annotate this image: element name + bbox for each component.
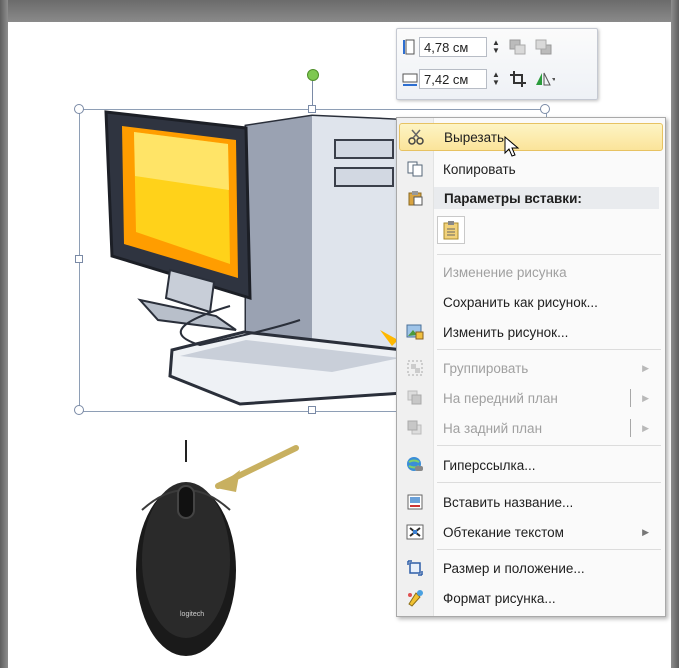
clipboard-icon [443,221,459,240]
send-back-icon [399,416,431,440]
hyperlink-icon [399,453,431,477]
copy-icon [399,157,431,181]
paste-options-icon-cell [399,184,433,212]
height-spinner[interactable]: ▲ ▼ [489,37,503,57]
paste-option-keep[interactable] [437,216,465,244]
menu-separator [437,349,661,350]
context-menu: Вырезать Копировать Параметры вставки: И… [396,117,666,617]
submenu-arrow-icon: ▶ [642,526,649,537]
bring-forward-icon[interactable] [507,37,529,57]
rotate-handle[interactable] [307,69,319,81]
edit-picture-icon [399,320,431,344]
menu-item-size-position[interactable]: Размер и положение... [399,554,661,582]
menu-item-change-picture: Изменение рисунка [399,258,661,286]
menu-item-edit-picture[interactable]: Изменить рисунок... [399,318,661,346]
submenu-arrow-icon: ▶ [642,362,649,373]
menu-item-send-to-back: На задний план ▶ [399,414,661,442]
menu-label-insert-caption: Вставить название... [443,494,574,510]
menu-item-cut[interactable]: Вырезать [399,123,663,157]
menu-item-group: Группировать ▶ [399,354,661,382]
split-divider [630,389,631,407]
mouse-image: logitech [136,440,299,656]
menu-separator [437,445,661,446]
paste-icon [399,186,431,210]
split-divider [630,419,631,437]
menu-item-save-as-picture[interactable]: Сохранить как рисунок... [399,288,661,316]
width-icon [401,69,419,89]
rotate-picture-icon[interactable] [533,69,555,89]
menu-separator [437,254,661,255]
menu-separator [437,549,661,550]
resize-handle-tr[interactable] [540,104,550,114]
format-icon [399,586,431,610]
menu-label-copy: Копировать [443,161,516,177]
wrap-text-icon [399,520,431,544]
height-icon [401,37,419,57]
resize-handle-l[interactable] [75,255,83,263]
bring-front-icon [399,386,431,410]
menu-label-wrap-text: Обтекание текстом [443,524,564,540]
send-backward-icon[interactable] [533,37,555,57]
resize-handle-b[interactable] [308,406,316,414]
menu-label-send-to-back: На задний план [443,420,543,436]
menu-label-hyperlink: Гиперссылка... [443,457,536,473]
crop-icon[interactable] [507,69,529,89]
group-icon [399,356,431,380]
menu-label-edit-picture: Изменить рисунок... [443,324,569,340]
menu-label-cut: Вырезать [444,129,505,145]
menu-label-format-picture: Формат рисунка... [443,590,556,606]
menu-label-group: Группировать [443,360,529,376]
menu-label-bring-to-front: На передний план [443,390,558,406]
menu-label-change-picture: Изменение рисунка [443,264,567,280]
paste-options-header: Параметры вставки: [434,187,659,209]
menu-label-save-as-picture: Сохранить как рисунок... [443,294,598,310]
scissors-icon [400,125,432,149]
size-icon [399,556,431,580]
height-field[interactable]: 4,78 см [419,37,487,57]
menu-item-wrap-text[interactable]: Обтекание текстом ▶ [399,518,661,546]
menu-separator [437,482,661,483]
submenu-arrow-icon: ▶ [642,392,649,403]
resize-handle-tl[interactable] [74,104,84,114]
rotate-stem [312,80,313,106]
menu-item-hyperlink[interactable]: Гиперссылка... [399,451,661,479]
resize-handle-t[interactable] [308,105,316,113]
submenu-arrow-icon: ▶ [642,422,649,433]
menu-item-bring-to-front: На передний план ▶ [399,384,661,412]
menu-item-format-picture[interactable]: Формат рисунка... [399,584,661,612]
menu-item-insert-caption[interactable]: Вставить название... [399,488,661,516]
mouse-logo-text: logitech [180,611,204,618]
caption-icon [399,490,431,514]
menu-label-size-position: Размер и положение... [443,560,585,576]
mini-toolbar: 4,78 см ▲ ▼ 7,42 см ▲ ▼ [396,28,598,100]
menu-item-copy[interactable]: Копировать [399,155,661,183]
width-spinner[interactable]: ▲ ▼ [489,69,503,89]
resize-handle-bl[interactable] [74,405,84,415]
width-field[interactable]: 7,42 см [419,69,487,89]
